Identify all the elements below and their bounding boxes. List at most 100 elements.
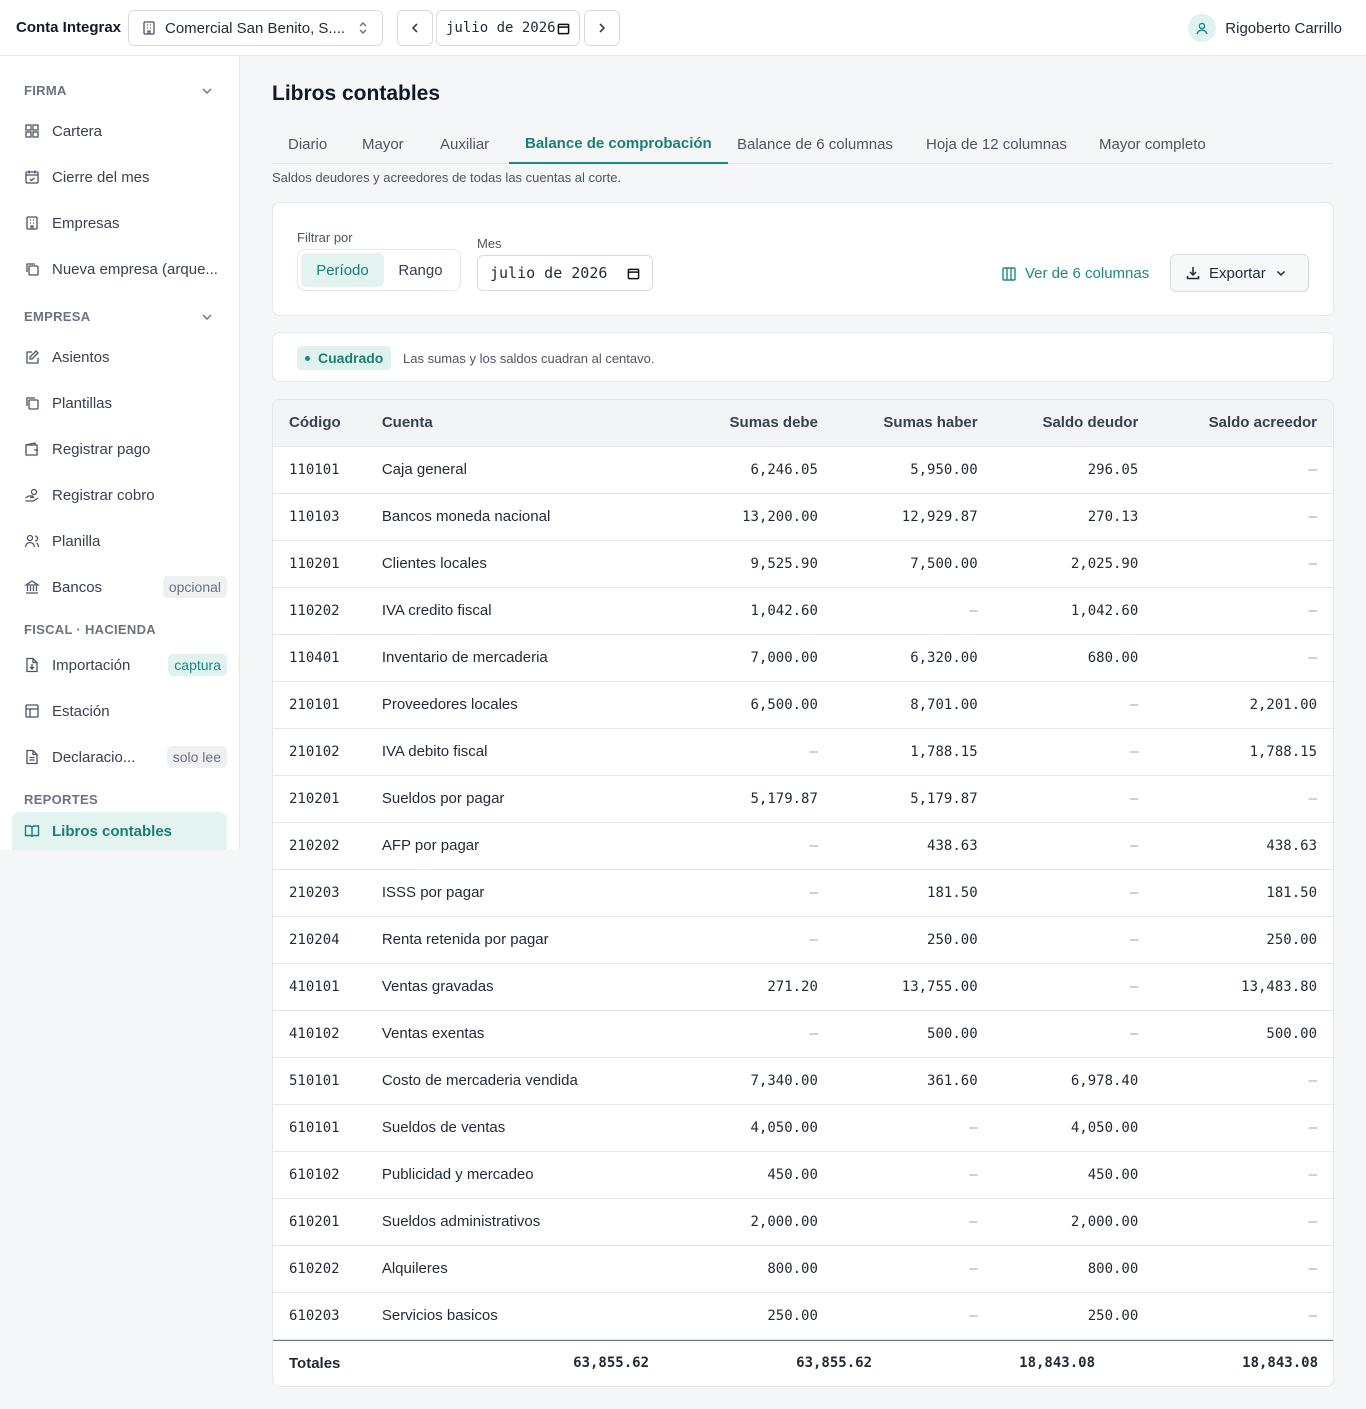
table-row[interactable]: 110101 Caja general 6,246.05 5,950.00 296.05… xyxy=(273,446,1333,494)
cell-code: 610202 xyxy=(273,1245,382,1293)
trial-balance-table-card: Código Cuenta Sumas debe Sumas haber Sal… xyxy=(272,399,1334,1387)
sidebar-item-plantillas[interactable]: Plantillas xyxy=(12,384,227,422)
view-6-columns-label: Ver de 6 columnas xyxy=(1025,265,1150,282)
sidebar-item-label: Planilla xyxy=(52,532,101,550)
cell-sumas-haber: 12,929.87 xyxy=(817,493,978,541)
header-sumas-haber[interactable]: Sumas haber xyxy=(817,400,978,447)
sidebar-item-label: Declaracio... xyxy=(52,748,136,766)
table-row[interactable]: 610202 Alquileres 800.00—800.00— xyxy=(273,1245,1333,1293)
sidebar-item-libros-contables[interactable]: Libros contables xyxy=(12,812,227,850)
table-row[interactable]: 410102 Ventas exentas —500.00—500.00 xyxy=(273,1010,1333,1058)
sidebar-item-importacion[interactable]: Importación captura xyxy=(12,646,227,684)
company-selector[interactable]: Comercial San Benito, S.... xyxy=(128,10,383,46)
next-month-button[interactable] xyxy=(584,10,620,46)
cell-saldo-acreedor: — xyxy=(1138,1151,1333,1199)
period-date-input[interactable]: julio de 2026 xyxy=(436,10,580,46)
table-row[interactable]: 210204 Renta retenida por pagar —250.00—25… xyxy=(273,916,1333,964)
table-row[interactable]: 410101 Ventas gravadas 271.20 13,755.00—13,… xyxy=(273,963,1333,1011)
table-row[interactable]: 110103 Bancos moneda nacional 13,200.00 12,… xyxy=(273,493,1333,541)
table-row[interactable]: 210203 ISSS por pagar —181.50—181.50 xyxy=(273,869,1333,917)
table-row[interactable]: 110401 Inventario de mercaderia 7,000.00 6,… xyxy=(273,634,1333,682)
cell-sumas-haber: 500.00 xyxy=(817,1010,978,1058)
cell-saldo-deudor: — xyxy=(977,681,1139,729)
cell-saldo-acreedor: 500.00 xyxy=(1138,1010,1333,1058)
copy-icon xyxy=(26,397,39,410)
sidebar-item-planilla[interactable]: Planilla xyxy=(12,522,227,560)
header-sumas-debe[interactable]: Sumas debe xyxy=(636,400,818,447)
export-button[interactable]: Exportar xyxy=(1170,254,1309,292)
table-row[interactable]: 210202 AFP por pagar —438.63—438.63 xyxy=(273,822,1333,870)
columns-icon xyxy=(1002,266,1016,281)
sidebar-item-empresas[interactable]: Empresas xyxy=(12,204,227,242)
total-sumas-debe: 63,855.62 xyxy=(573,1355,649,1371)
cell-saldo-deudor: — xyxy=(977,916,1139,964)
period-option[interactable]: Período xyxy=(301,253,384,287)
users-icon xyxy=(24,534,40,548)
cell-account: Bancos moneda nacional xyxy=(381,493,637,541)
chevron-down-icon[interactable] xyxy=(200,310,214,324)
sidebar-item-label: Estación xyxy=(52,702,110,720)
view-6-columns-link[interactable]: Ver de 6 columnas xyxy=(1001,265,1149,282)
user-menu[interactable]: Rigoberto Carrillo xyxy=(1188,14,1342,42)
month-input[interactable]: julio de 2026 xyxy=(477,255,653,291)
cell-code: 210201 xyxy=(273,775,382,823)
table-row[interactable]: 610203 Servicios basicos 250.00—250.00— xyxy=(273,1292,1333,1340)
tab-auxiliar[interactable]: Auxiliar xyxy=(440,124,489,164)
tab-diario[interactable]: Diario xyxy=(288,124,327,164)
calendar-icon[interactable] xyxy=(557,22,570,35)
table-row[interactable]: 210101 Proveedores locales 6,500.00 8,701.0… xyxy=(273,681,1333,729)
user-name: Rigoberto Carrillo xyxy=(1225,19,1342,37)
chevron-down-icon[interactable] xyxy=(200,84,214,98)
cell-sumas-debe: — xyxy=(636,1010,818,1058)
range-option[interactable]: Rango xyxy=(384,253,457,287)
cell-saldo-acreedor: — xyxy=(1138,587,1333,635)
month-label: Mes xyxy=(477,236,502,251)
tab-balance-6-columnas[interactable]: Balance de 6 columnas xyxy=(737,124,893,164)
period-date-value: julio de 2026 xyxy=(446,20,556,36)
cell-saldo-acreedor: 181.50 xyxy=(1138,869,1333,917)
tab-balance-de-comprobacion[interactable]: Balance de comprobación xyxy=(509,124,728,164)
header-saldo-acreedor[interactable]: Saldo acreedor xyxy=(1138,400,1333,447)
cell-saldo-acreedor: — xyxy=(1138,1292,1333,1340)
prev-month-button[interactable] xyxy=(397,10,433,46)
tab-mayor[interactable]: Mayor xyxy=(362,124,404,164)
table-row[interactable]: 110202 IVA credito fiscal 1,042.60—1,042.6… xyxy=(273,587,1333,635)
sidebar-item-declaraciones[interactable]: Declaracio... solo lee xyxy=(12,738,227,776)
header-codigo[interactable]: Código xyxy=(273,400,382,447)
tab-hoja-12-columnas[interactable]: Hoja de 12 columnas xyxy=(926,124,1067,164)
calendar-icon[interactable] xyxy=(627,267,640,280)
status-badge-label: Cuadrado xyxy=(318,350,384,366)
table-row[interactable]: 610102 Publicidad y mercadeo 450.00—450.00… xyxy=(273,1151,1333,1199)
sidebar-item-cartera[interactable]: Cartera xyxy=(12,112,227,150)
cell-saldo-acreedor: — xyxy=(1138,1057,1333,1105)
table-row[interactable]: 610101 Sueldos de ventas 4,050.00—4,050.00… xyxy=(273,1104,1333,1152)
sidebar-item-bancos[interactable]: Bancos opcional xyxy=(12,568,227,606)
sidebar-item-cierre-del-mes[interactable]: Cierre del mes xyxy=(12,158,227,196)
header-saldo-deudor[interactable]: Saldo deudor xyxy=(977,400,1139,447)
cell-sumas-haber: 1,788.15 xyxy=(817,728,978,776)
sidebar-item-estacion[interactable]: Estación xyxy=(12,692,227,730)
cell-sumas-debe: 4,050.00 xyxy=(636,1104,818,1152)
cell-saldo-acreedor: — xyxy=(1138,1104,1333,1152)
table-row[interactable]: 210102 IVA debito fiscal —1,788.15—1,788.1… xyxy=(273,728,1333,776)
chevron-updown-icon xyxy=(359,22,367,34)
table-row[interactable]: 610201 Sueldos administrativos 2,000.00—2,… xyxy=(273,1198,1333,1246)
sidebar-item-nueva-empresa[interactable]: Nueva empresa (arque... xyxy=(12,250,227,288)
table-row[interactable]: 210201 Sueldos por pagar 5,179.87 5,179.87—… xyxy=(273,775,1333,823)
header-cuenta[interactable]: Cuenta xyxy=(381,400,637,447)
cell-saldo-deudor: — xyxy=(977,1010,1139,1058)
table-row[interactable]: 110201 Clientes locales 9,525.90 7,500.00 2,… xyxy=(273,540,1333,588)
cell-saldo-deudor: 4,050.00 xyxy=(977,1104,1139,1152)
chevron-down-icon xyxy=(1276,270,1285,277)
cell-code: 110401 xyxy=(273,634,382,682)
sidebar-item-label: Cartera xyxy=(52,122,103,140)
tab-mayor-completo[interactable]: Mayor completo xyxy=(1099,124,1206,164)
table-row[interactable]: 510101 Costo de mercaderia vendida 7,340.0… xyxy=(273,1057,1333,1105)
filter-card: Filtrar por Período Rango Mes julio de 2… xyxy=(272,202,1334,316)
sidebar-item-asientos[interactable]: Asientos xyxy=(12,338,227,376)
optional-badge: opcional xyxy=(162,576,227,598)
sidebar-item-registrar-pago[interactable]: Registrar pago xyxy=(12,430,227,468)
table-header-row: Código Cuenta Sumas debe Sumas haber Sal… xyxy=(273,400,1333,447)
cell-account: IVA debito fiscal xyxy=(381,728,637,776)
sidebar-item-registrar-cobro[interactable]: Registrar cobro xyxy=(12,476,227,514)
